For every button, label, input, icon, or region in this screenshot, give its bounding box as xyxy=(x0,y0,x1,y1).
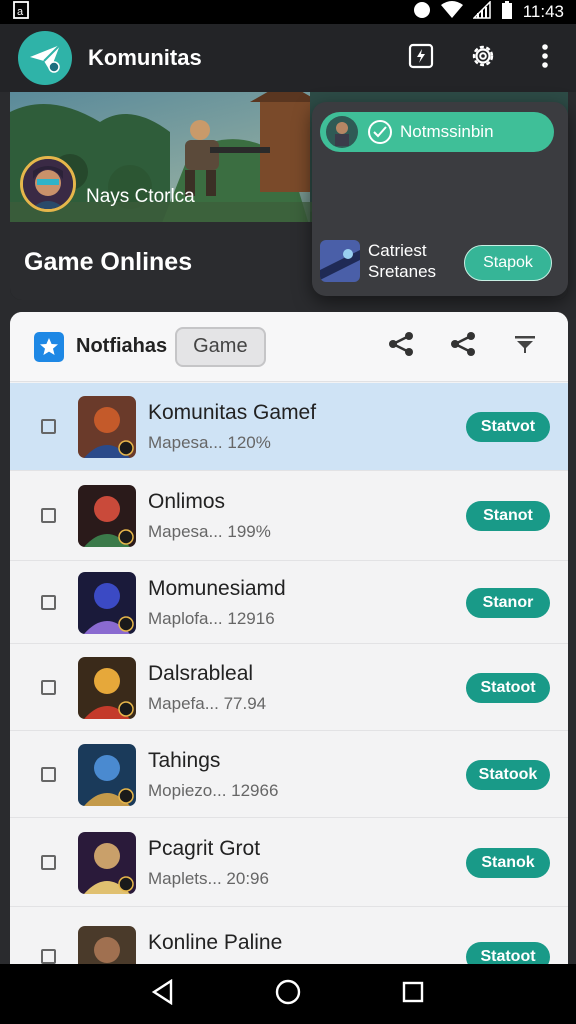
notification-popup: Notmssinbin Catriest Sretanes Stapok xyxy=(312,102,568,296)
system-nav-bar xyxy=(0,964,576,1024)
popup-item-line1: Catriest xyxy=(368,241,427,260)
row-subtitle: Mapesa... 199% xyxy=(148,522,271,541)
row-checkbox[interactable] xyxy=(41,766,56,782)
hero-user-name: Nays Ctorlca xyxy=(86,186,195,207)
svg-text:a: a xyxy=(17,6,24,18)
game-thumbnail xyxy=(78,743,136,806)
share-button-1[interactable] xyxy=(370,322,432,372)
row-subtitle: Mapefa... 77.94 xyxy=(148,693,267,713)
game-list-row[interactable]: Onlimos Mapesa... 199% Stanot xyxy=(10,471,568,561)
hero-section-title: Game Onlines xyxy=(24,248,193,276)
row-checkbox[interactable] xyxy=(41,679,56,695)
game-thumbnail xyxy=(78,571,136,634)
game-thumbnail xyxy=(78,396,136,458)
status-time: 11:43 xyxy=(522,2,564,21)
row-title: Onlimos xyxy=(148,490,226,513)
game-list-row[interactable]: Pcagrit Grot Maplets... 20:96 Stanok xyxy=(10,818,568,907)
game-list-row[interactable]: Komunitas Gamef Mapesa... 120% Statvot xyxy=(10,383,568,471)
app-screen: a 11:43 Komunitas Nays Ctorlca Game Onli… xyxy=(0,0,576,1024)
flash-button[interactable] xyxy=(390,28,452,88)
filter-button[interactable] xyxy=(494,322,556,372)
recents-icon xyxy=(402,981,424,1008)
popup-notification-pill[interactable]: Notmssinbin xyxy=(320,112,554,152)
app-logo-icon xyxy=(18,31,72,85)
popup-item-text: Catriest Sretanes xyxy=(368,240,436,282)
back-icon xyxy=(151,978,175,1010)
game-thumbnail xyxy=(78,485,136,547)
row-checkbox[interactable] xyxy=(41,949,56,964)
row-action-button[interactable]: Statvot xyxy=(466,412,550,442)
star-icon xyxy=(34,331,64,362)
row-subtitle: Maplofa... 12916 xyxy=(148,608,275,628)
row-title: Dalsrableal xyxy=(148,661,254,685)
filter-icon xyxy=(513,334,537,359)
flash-icon xyxy=(408,43,434,74)
app-title: Komunitas xyxy=(88,45,202,70)
game-thumbnail xyxy=(78,656,136,719)
app-bar: Komunitas xyxy=(0,24,576,92)
popup-pill-label: Notmssinbin xyxy=(400,122,494,141)
row-title: Momunesiamd xyxy=(148,576,286,600)
row-checkbox[interactable] xyxy=(41,854,56,870)
more-vert-icon xyxy=(541,43,549,74)
row-subtitle: Mopiezo... 12966 xyxy=(148,780,279,800)
row-action-button[interactable]: Statook xyxy=(466,759,550,790)
wifi-icon xyxy=(440,0,463,24)
game-thumbnail xyxy=(78,831,136,894)
gear-icon xyxy=(469,42,497,75)
row-title: Tahings xyxy=(148,748,221,772)
row-action-button[interactable]: Stanok xyxy=(466,847,550,878)
row-subtitle: Mapesa... 120% xyxy=(148,433,271,452)
row-checkbox[interactable] xyxy=(41,508,56,523)
row-checkbox[interactable] xyxy=(41,419,56,434)
signal-icon xyxy=(471,0,491,24)
popup-action-button[interactable]: Stapok xyxy=(464,245,552,281)
more-options-button[interactable] xyxy=(514,28,576,88)
circle-status-icon xyxy=(413,1,431,24)
row-title: Komunitas Gamef xyxy=(148,401,317,424)
notifications-panel: Notfiahas Game Komunitas Gamef Mapesa...… xyxy=(10,312,568,1012)
panel-header: Notfiahas Game xyxy=(10,312,568,382)
home-icon xyxy=(275,979,301,1010)
panel-title: Notfiahas xyxy=(76,335,168,357)
row-action-button[interactable]: Statoot xyxy=(466,672,550,703)
game-list-row[interactable]: Dalsrableal Mapefa... 77.94 Statoot xyxy=(10,644,568,731)
popup-item-line2: Sretanes xyxy=(368,262,437,281)
notification-icon: a xyxy=(12,0,30,24)
row-title: Konline Paline xyxy=(148,931,283,954)
recents-button[interactable] xyxy=(388,969,438,1019)
settings-button[interactable] xyxy=(452,28,514,88)
row-subtitle: Maplets... 20:96 xyxy=(148,868,269,888)
game-filter-chip[interactable]: Game xyxy=(175,326,266,367)
game-list-row[interactable]: Tahings Mopiezo... 12966 Statook xyxy=(10,731,568,818)
status-bar: a 11:43 xyxy=(0,0,576,24)
row-title: Pcagrit Grot xyxy=(148,836,261,860)
back-button[interactable] xyxy=(138,969,188,1019)
game-list-row[interactable]: Momunesiamd Maplofa... 12916 Stanor xyxy=(10,561,568,644)
share-icon xyxy=(449,331,477,362)
row-action-button[interactable]: Stanot xyxy=(466,501,550,531)
check-circle-icon xyxy=(368,120,392,144)
home-button[interactable] xyxy=(263,969,313,1019)
share-icon xyxy=(387,331,415,362)
battery-icon xyxy=(501,0,513,24)
user-avatar[interactable] xyxy=(20,156,76,212)
row-action-button[interactable]: Stanor xyxy=(466,587,550,618)
row-checkbox[interactable] xyxy=(41,594,56,610)
share-button-2[interactable] xyxy=(432,322,494,372)
popup-item-thumbnail xyxy=(320,240,360,282)
popup-avatar xyxy=(326,116,358,148)
